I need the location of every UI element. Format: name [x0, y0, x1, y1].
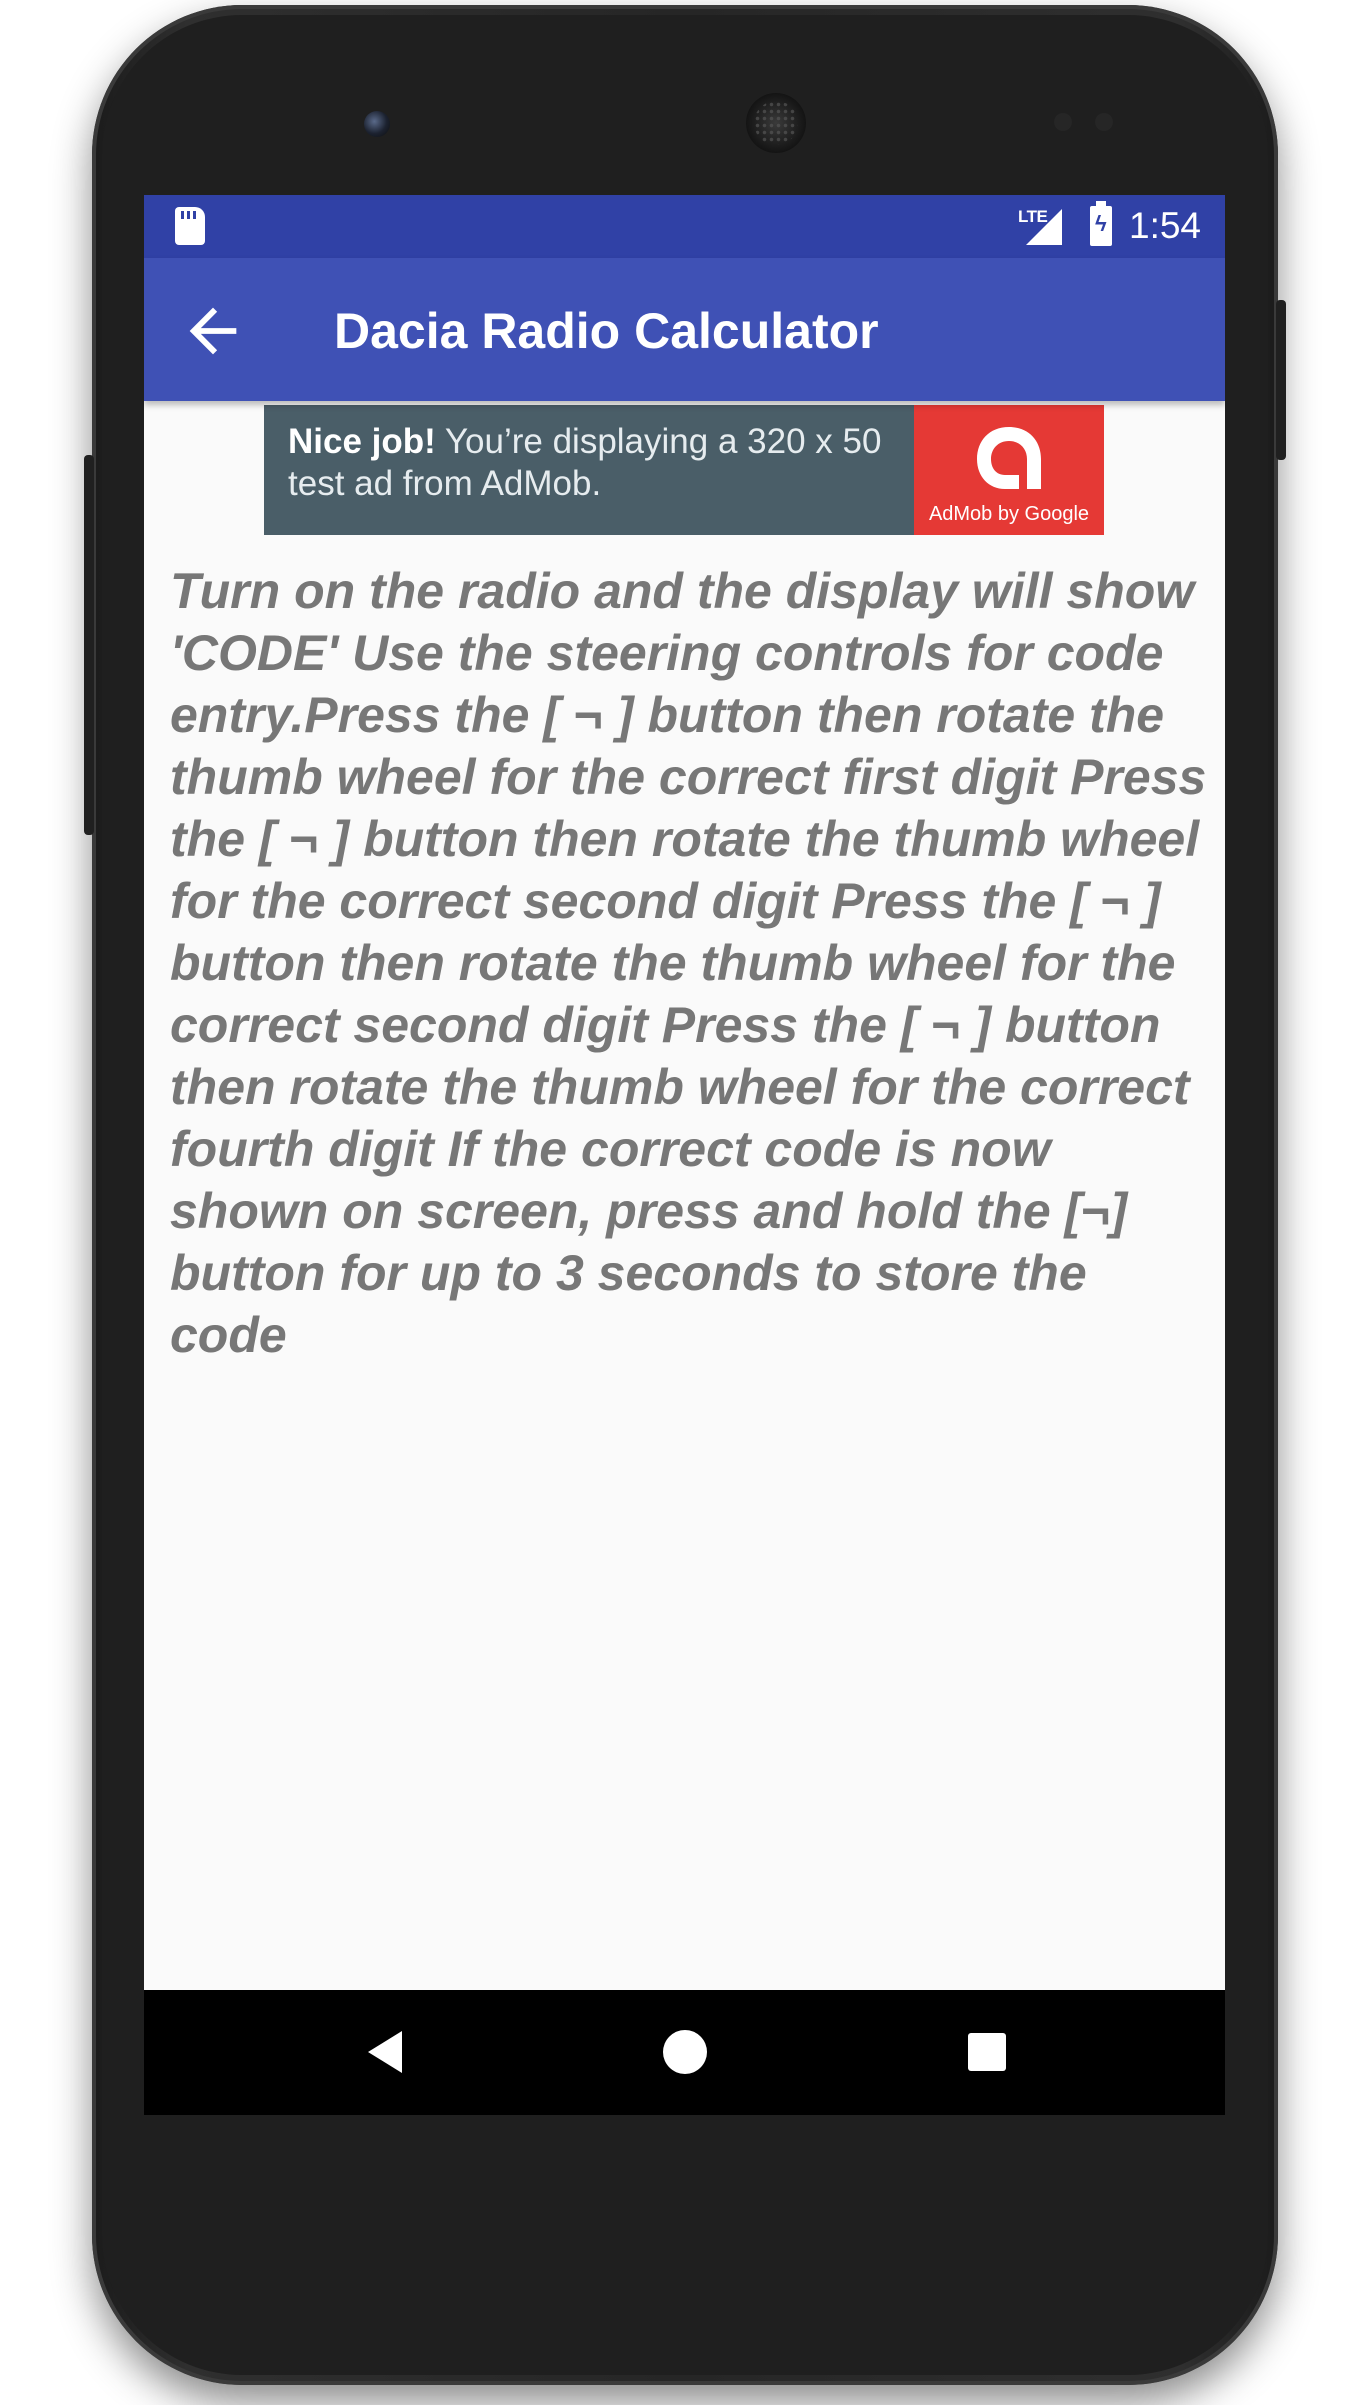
app-bar: Dacia Radio Calculator [144, 258, 1225, 401]
status-bar: LTE ϟ 1:54 [144, 195, 1225, 258]
app-title: Dacia Radio Calculator [334, 303, 879, 359]
battery-charging-icon: ϟ [1090, 201, 1112, 246]
nav-recents-button[interactable] [952, 2017, 1022, 2087]
circle-home-icon [663, 2030, 707, 2074]
ad-text: Nice job! You’re displaying a 320 x 50 t… [288, 421, 888, 505]
volume-button [1276, 300, 1286, 460]
nav-back-button[interactable] [352, 2017, 422, 2087]
sd-card-icon [175, 207, 205, 245]
back-button[interactable] [178, 296, 248, 366]
signal-icon [1026, 209, 1062, 245]
proximity-sensor [1054, 113, 1072, 131]
nav-home-button[interactable] [650, 2017, 720, 2087]
admob-test-banner[interactable]: Nice job! You’re displaying a 320 x 50 t… [264, 405, 1104, 535]
square-recents-icon [968, 2033, 1006, 2071]
light-sensor [1095, 113, 1113, 131]
front-camera [364, 111, 390, 137]
earpiece-speaker [746, 93, 806, 153]
navigation-bar [144, 1990, 1225, 2115]
code-entry-instructions: Turn on the radio and the display will s… [170, 563, 1207, 1363]
power-button [84, 455, 94, 835]
admob-logo-icon [977, 427, 1041, 489]
arrow-back-icon [189, 307, 237, 355]
screen: LTE ϟ 1:54 Dacia Radio Calculator Nice j… [144, 195, 1225, 2115]
admob-logo: AdMob by Google [914, 405, 1104, 535]
status-clock: 1:54 [1129, 205, 1202, 246]
ad-logo-caption: AdMob by Google [928, 503, 1090, 525]
triangle-back-icon [368, 2031, 402, 2073]
ad-headline: Nice job! [288, 422, 436, 461]
